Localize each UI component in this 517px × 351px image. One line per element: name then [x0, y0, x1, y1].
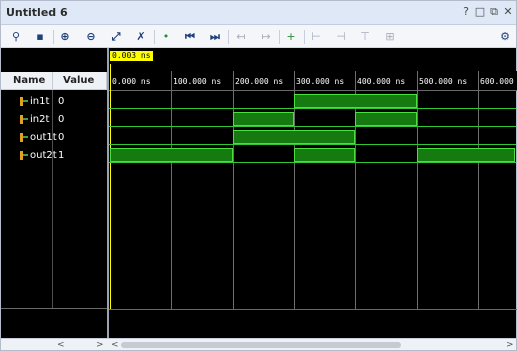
trace-high-segment[interactable] — [417, 148, 515, 162]
toolbar-separator — [279, 30, 280, 44]
time-gridline — [171, 71, 172, 309]
time-tick-label: 300.000 ns — [296, 77, 345, 86]
panel-divider — [1, 308, 107, 309]
waveform-divider — [109, 309, 517, 310]
trace-high-segment[interactable] — [294, 148, 355, 162]
time-gridline — [478, 71, 479, 309]
trace-low-level — [109, 126, 516, 127]
signal-name: out1t — [30, 132, 57, 143]
name-scroll-left-button[interactable]: < — [57, 339, 65, 351]
waveform-canvas[interactable]: 0.003 ns 0.000 ns 100.000 ns 200.000 ns 300… — [107, 48, 517, 338]
zoom-fit-icon[interactable]: ⤢ — [109, 30, 123, 44]
signal-name: in1t — [30, 96, 50, 107]
maximize-button[interactable]: ⧉ — [488, 6, 500, 18]
trace-low-level — [109, 108, 516, 109]
window-title: Untitled 6 — [6, 6, 68, 19]
trace-high-segment[interactable] — [294, 94, 417, 108]
zoom-in-icon[interactable]: ⊕ — [58, 30, 72, 44]
previous-transition-icon[interactable]: ↤ — [234, 30, 248, 44]
toolbar-separator — [304, 30, 305, 44]
cursor-time-label[interactable]: 0.003 ns — [110, 51, 153, 61]
signal-row[interactable]: in1t 0 — [1, 93, 107, 111]
toolbar-separator — [53, 30, 54, 44]
go-to-time-zero-icon[interactable]: • — [159, 30, 173, 44]
close-button[interactable]: ✕ — [502, 6, 514, 18]
toolbar-separator — [228, 30, 229, 44]
previous-marker-icon[interactable]: ⊢ — [309, 30, 323, 44]
time-tick-label: 400.000 ns — [357, 77, 406, 86]
scroll-strip: < > < > — [1, 338, 516, 350]
time-tick-label: 600.000 — [480, 77, 514, 86]
swap-cursors-icon[interactable]: ⊤ — [358, 30, 372, 44]
time-tick-label: 100.000 ns — [173, 77, 222, 86]
signal-row[interactable]: out1t 0 — [1, 129, 107, 147]
cursor-range-icon[interactable]: ⊞ — [383, 30, 397, 44]
time-gridline — [417, 71, 418, 309]
next-marker-icon[interactable]: ⊣ — [334, 30, 348, 44]
search-icon[interactable]: ⚲ — [9, 30, 23, 44]
name-scroll-right-button[interactable]: > — [96, 339, 104, 351]
signal-type-icon — [20, 151, 28, 160]
time-gridline — [233, 71, 234, 309]
time-tick-label: 0.000 ns — [112, 77, 151, 86]
wave-scroll-right-button[interactable]: > — [506, 339, 514, 351]
trace-high-segment[interactable] — [233, 112, 294, 126]
go-to-first-icon[interactable]: ⏮ — [183, 30, 197, 44]
time-cursor[interactable] — [110, 64, 111, 309]
trace-low-level — [109, 162, 516, 163]
signal-type-icon — [20, 97, 28, 106]
save-icon[interactable]: ▪ — [33, 30, 47, 44]
signal-name: out2t — [30, 150, 57, 161]
add-marker-icon[interactable]: + — [284, 30, 298, 44]
signal-list-panel: Name Value in1t 0 in2t 0 out1t 0 out2t 1 — [1, 48, 107, 338]
zoom-out-icon[interactable]: ⊖ — [84, 30, 98, 44]
trace-high-segment[interactable] — [233, 130, 355, 144]
waveform-window: Untitled 6 ? □ ⧉ ✕ ⚲ ▪ ⊕ ⊖ ⤢ ✗ • ⏮ ⏭ ↤ ↦ + ⊢ ⊣ ⊤ ⊞ ⚙ Name V… — [0, 0, 517, 351]
toolbar-separator — [154, 30, 155, 44]
signal-value: 1 — [58, 150, 65, 161]
title-bar: Untitled 6 ? □ ⧉ ✕ — [1, 1, 516, 25]
value-column-header[interactable]: Value — [53, 72, 107, 90]
zoom-to-cursor-icon[interactable]: ✗ — [134, 30, 148, 44]
help-button[interactable]: ? — [460, 6, 472, 18]
signal-type-icon — [20, 115, 28, 124]
signal-value: 0 — [58, 96, 65, 107]
wave-scroll-left-button[interactable]: < — [111, 339, 119, 351]
signal-name: in2t — [30, 114, 50, 125]
go-to-last-icon[interactable]: ⏭ — [208, 30, 222, 44]
trace-high-segment[interactable] — [110, 148, 233, 162]
signal-row[interactable]: out2t 1 — [1, 147, 107, 165]
settings-icon[interactable]: ⚙ — [498, 30, 512, 44]
signal-row[interactable]: in2t 0 — [1, 111, 107, 129]
trace-low-level — [109, 144, 516, 145]
trace-high-segment[interactable] — [355, 112, 417, 126]
restore-button[interactable]: □ — [474, 6, 486, 18]
time-tick-label: 200.000 ns — [235, 77, 284, 86]
horizontal-scrollbar-thumb[interactable] — [121, 342, 401, 348]
name-column-header[interactable]: Name — [1, 72, 53, 90]
time-tick-label: 500.000 ns — [419, 77, 468, 86]
next-transition-icon[interactable]: ↦ — [259, 30, 273, 44]
signal-type-icon — [20, 133, 28, 142]
waveform-toolbar: ⚲ ▪ ⊕ ⊖ ⤢ ✗ • ⏮ ⏭ ↤ ↦ + ⊢ ⊣ ⊤ ⊞ ⚙ — [1, 26, 516, 48]
signal-value: 0 — [58, 132, 65, 143]
signal-value: 0 — [58, 114, 65, 125]
